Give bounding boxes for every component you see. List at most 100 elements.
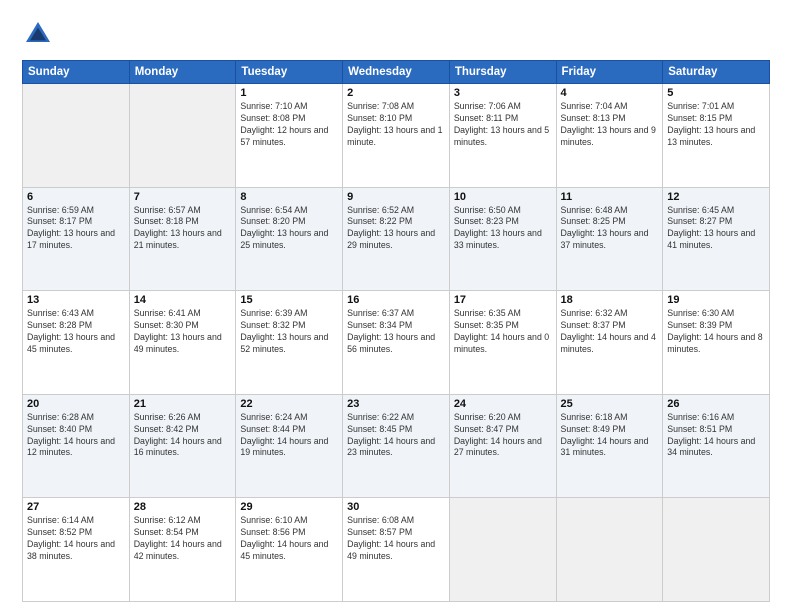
day-of-week-header: Saturday xyxy=(663,61,770,84)
day-number: 14 xyxy=(134,294,232,306)
day-number: 13 xyxy=(27,294,125,306)
calendar-cell: 20Sunrise: 6:28 AM Sunset: 8:40 PM Dayli… xyxy=(23,394,130,498)
day-info: Sunrise: 6:45 AM Sunset: 8:27 PM Dayligh… xyxy=(667,205,765,253)
day-info: Sunrise: 7:04 AM Sunset: 8:13 PM Dayligh… xyxy=(561,101,659,149)
day-info: Sunrise: 6:37 AM Sunset: 8:34 PM Dayligh… xyxy=(347,308,445,356)
calendar-cell: 5 Sunrise: 7:01 AM Sunset: 8:15 PM Daylig… xyxy=(663,84,770,188)
calendar-cell: 22 Sunrise: 6:24 AM Sunset: 8:44 PM Dayli… xyxy=(236,394,343,498)
day-number: 12 xyxy=(667,191,765,203)
day-number: 10 xyxy=(454,191,552,203)
day-number: 18 xyxy=(561,294,659,306)
day-info: Sunrise: 6:22 AM Sunset: 8:45 PM Dayligh… xyxy=(347,412,445,460)
day-number: 4 xyxy=(561,87,659,99)
calendar-cell: 14 Sunrise: 6:41 AM Sunset: 8:30 PM Dayli… xyxy=(129,291,236,395)
day-of-week-header: Sunday xyxy=(23,61,130,84)
header xyxy=(22,18,770,50)
calendar-cell: 3Sunrise: 7:06 AM Sunset: 8:11 PM Daylig… xyxy=(449,84,556,188)
day-number: 29 xyxy=(240,501,338,513)
calendar-cell: 17 Sunrise: 6:35 AM Sunset: 8:35 PM Dayli… xyxy=(449,291,556,395)
calendar-cell: 11 Sunrise: 6:48 AM Sunset: 8:25 PM Dayli… xyxy=(556,187,663,291)
calendar-cell xyxy=(23,84,130,188)
day-info: Sunrise: 6:10 AM Sunset: 8:56 PM Dayligh… xyxy=(240,515,338,563)
day-info: Sunrise: 7:10 AM Sunset: 8:08 PM Dayligh… xyxy=(240,101,338,149)
calendar-table: SundayMondayTuesdayWednesdayThursdayFrid… xyxy=(22,60,770,602)
day-info: Sunrise: 6:18 AM Sunset: 8:49 PM Dayligh… xyxy=(561,412,659,460)
day-info: Sunrise: 6:57 AM Sunset: 8:18 PM Dayligh… xyxy=(134,205,232,253)
calendar-cell: 28 Sunrise: 6:12 AM Sunset: 8:54 PM Dayli… xyxy=(129,498,236,602)
day-info: Sunrise: 6:24 AM Sunset: 8:44 PM Dayligh… xyxy=(240,412,338,460)
calendar-cell: 2 Sunrise: 7:08 AM Sunset: 8:10 PM Daylig… xyxy=(343,84,450,188)
day-info: Sunrise: 6:54 AM Sunset: 8:20 PM Dayligh… xyxy=(240,205,338,253)
day-number: 17 xyxy=(454,294,552,306)
day-info: Sunrise: 6:35 AM Sunset: 8:35 PM Dayligh… xyxy=(454,308,552,356)
day-info: Sunrise: 6:41 AM Sunset: 8:30 PM Dayligh… xyxy=(134,308,232,356)
day-number: 16 xyxy=(347,294,445,306)
calendar-cell: 1 Sunrise: 7:10 AM Sunset: 8:08 PM Daylig… xyxy=(236,84,343,188)
day-number: 6 xyxy=(27,191,125,203)
calendar-cell: 18 Sunrise: 6:32 AM Sunset: 8:37 PM Dayli… xyxy=(556,291,663,395)
calendar-cell: 21 Sunrise: 6:26 AM Sunset: 8:42 PM Dayli… xyxy=(129,394,236,498)
day-of-week-header: Thursday xyxy=(449,61,556,84)
day-number: 30 xyxy=(347,501,445,513)
day-number: 2 xyxy=(347,87,445,99)
day-number: 15 xyxy=(240,294,338,306)
day-number: 23 xyxy=(347,398,445,410)
day-of-week-header: Friday xyxy=(556,61,663,84)
calendar-week-row: 13 Sunrise: 6:43 AM Sunset: 8:28 PM Dayli… xyxy=(23,291,770,395)
calendar-cell: 10 Sunrise: 6:50 AM Sunset: 8:23 PM Dayli… xyxy=(449,187,556,291)
calendar-cell: 6 Sunrise: 6:59 AM Sunset: 8:17 PM Daylig… xyxy=(23,187,130,291)
calendar-cell: 27 Sunrise: 6:14 AM Sunset: 8:52 PM Dayli… xyxy=(23,498,130,602)
calendar-week-row: 27 Sunrise: 6:14 AM Sunset: 8:52 PM Dayli… xyxy=(23,498,770,602)
day-info: Sunrise: 6:12 AM Sunset: 8:54 PM Dayligh… xyxy=(134,515,232,563)
calendar-cell: 19 Sunrise: 6:30 AM Sunset: 8:39 PM Dayli… xyxy=(663,291,770,395)
day-info: Sunrise: 7:01 AM Sunset: 8:15 PM Dayligh… xyxy=(667,101,765,149)
day-of-week-header: Monday xyxy=(129,61,236,84)
calendar-cell: 4 Sunrise: 7:04 AM Sunset: 8:13 PM Daylig… xyxy=(556,84,663,188)
day-number: 28 xyxy=(134,501,232,513)
day-number: 21 xyxy=(134,398,232,410)
day-of-week-header: Tuesday xyxy=(236,61,343,84)
calendar-cell: 29 Sunrise: 6:10 AM Sunset: 8:56 PM Dayli… xyxy=(236,498,343,602)
day-info: Sunrise: 6:59 AM Sunset: 8:17 PM Dayligh… xyxy=(27,205,125,253)
day-number: 22 xyxy=(240,398,338,410)
day-of-week-header: Wednesday xyxy=(343,61,450,84)
calendar-cell: 12 Sunrise: 6:45 AM Sunset: 8:27 PM Dayli… xyxy=(663,187,770,291)
calendar-cell xyxy=(556,498,663,602)
day-info: Sunrise: 6:26 AM Sunset: 8:42 PM Dayligh… xyxy=(134,412,232,460)
day-number: 5 xyxy=(667,87,765,99)
day-info: Sunrise: 6:50 AM Sunset: 8:23 PM Dayligh… xyxy=(454,205,552,253)
calendar-cell: 9 Sunrise: 6:52 AM Sunset: 8:22 PM Daylig… xyxy=(343,187,450,291)
calendar-week-row: 20Sunrise: 6:28 AM Sunset: 8:40 PM Dayli… xyxy=(23,394,770,498)
calendar-cell: 23 Sunrise: 6:22 AM Sunset: 8:45 PM Dayli… xyxy=(343,394,450,498)
day-info: Sunrise: 6:48 AM Sunset: 8:25 PM Dayligh… xyxy=(561,205,659,253)
calendar-cell: 7Sunrise: 6:57 AM Sunset: 8:18 PM Daylig… xyxy=(129,187,236,291)
calendar-cell: 16 Sunrise: 6:37 AM Sunset: 8:34 PM Dayli… xyxy=(343,291,450,395)
logo xyxy=(22,18,60,50)
day-number: 3 xyxy=(454,87,552,99)
day-info: Sunrise: 6:14 AM Sunset: 8:52 PM Dayligh… xyxy=(27,515,125,563)
calendar-week-row: 1 Sunrise: 7:10 AM Sunset: 8:08 PM Daylig… xyxy=(23,84,770,188)
calendar-cell xyxy=(449,498,556,602)
day-number: 9 xyxy=(347,191,445,203)
day-info: Sunrise: 6:52 AM Sunset: 8:22 PM Dayligh… xyxy=(347,205,445,253)
day-number: 11 xyxy=(561,191,659,203)
day-info: Sunrise: 6:30 AM Sunset: 8:39 PM Dayligh… xyxy=(667,308,765,356)
day-info: Sunrise: 7:08 AM Sunset: 8:10 PM Dayligh… xyxy=(347,101,445,149)
day-number: 27 xyxy=(27,501,125,513)
calendar-cell: 8Sunrise: 6:54 AM Sunset: 8:20 PM Daylig… xyxy=(236,187,343,291)
day-number: 19 xyxy=(667,294,765,306)
day-number: 1 xyxy=(240,87,338,99)
day-info: Sunrise: 6:43 AM Sunset: 8:28 PM Dayligh… xyxy=(27,308,125,356)
logo-icon xyxy=(22,18,54,50)
calendar-cell: 15 Sunrise: 6:39 AM Sunset: 8:32 PM Dayli… xyxy=(236,291,343,395)
calendar-cell: 24Sunrise: 6:20 AM Sunset: 8:47 PM Dayli… xyxy=(449,394,556,498)
day-number: 25 xyxy=(561,398,659,410)
day-info: Sunrise: 6:08 AM Sunset: 8:57 PM Dayligh… xyxy=(347,515,445,563)
calendar-cell xyxy=(129,84,236,188)
day-number: 24 xyxy=(454,398,552,410)
day-info: Sunrise: 6:32 AM Sunset: 8:37 PM Dayligh… xyxy=(561,308,659,356)
calendar-week-row: 6 Sunrise: 6:59 AM Sunset: 8:17 PM Daylig… xyxy=(23,187,770,291)
calendar-cell: 30 Sunrise: 6:08 AM Sunset: 8:57 PM Dayli… xyxy=(343,498,450,602)
day-info: Sunrise: 6:39 AM Sunset: 8:32 PM Dayligh… xyxy=(240,308,338,356)
day-number: 26 xyxy=(667,398,765,410)
